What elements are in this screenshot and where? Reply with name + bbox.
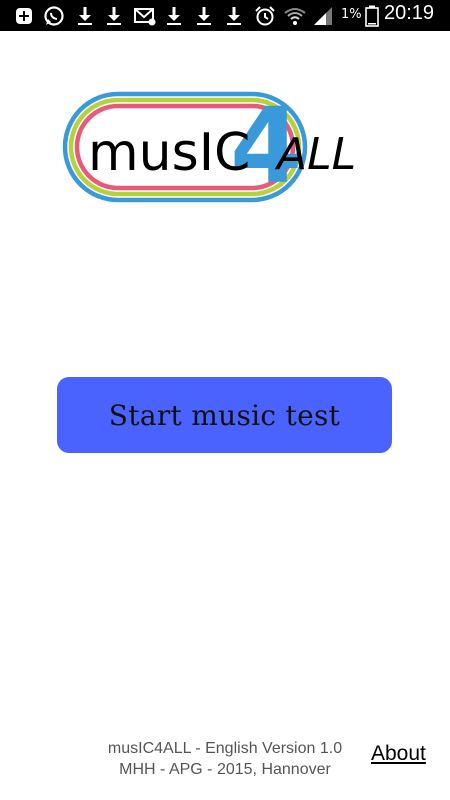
battery-percentage: 1% (341, 7, 362, 22)
download-icon (102, 4, 126, 28)
start-music-test-label: Start music test (108, 398, 341, 432)
app-logo: 4 musIC ALL (60, 90, 370, 210)
wifi-icon (283, 4, 307, 28)
about-link[interactable]: About (371, 742, 426, 766)
logo-text-main: musIC (88, 123, 250, 183)
download-icon (222, 4, 246, 28)
battery-icon (360, 4, 384, 28)
email-icon (133, 4, 157, 28)
whatsapp-icon (42, 4, 66, 28)
version-line: musIC4ALL - English Version 1.0 (107, 740, 343, 757)
start-music-test-button[interactable]: Start music test (57, 377, 392, 453)
logo-text-tail: ALL (274, 129, 356, 180)
plus-box-icon (12, 4, 36, 28)
download-icon (192, 4, 216, 28)
download-icon (162, 4, 186, 28)
version-info: musIC4ALL - English Version 1.0 MHH - AP… (60, 738, 390, 780)
download-icon (73, 4, 97, 28)
copyright-line: MHH - APG - 2015, Hannover (119, 761, 331, 778)
signal-icon (311, 4, 335, 28)
status-bar: 1% 20:19 (0, 0, 450, 31)
alarm-icon (253, 4, 277, 28)
clock-time: 20:19 (384, 2, 435, 24)
